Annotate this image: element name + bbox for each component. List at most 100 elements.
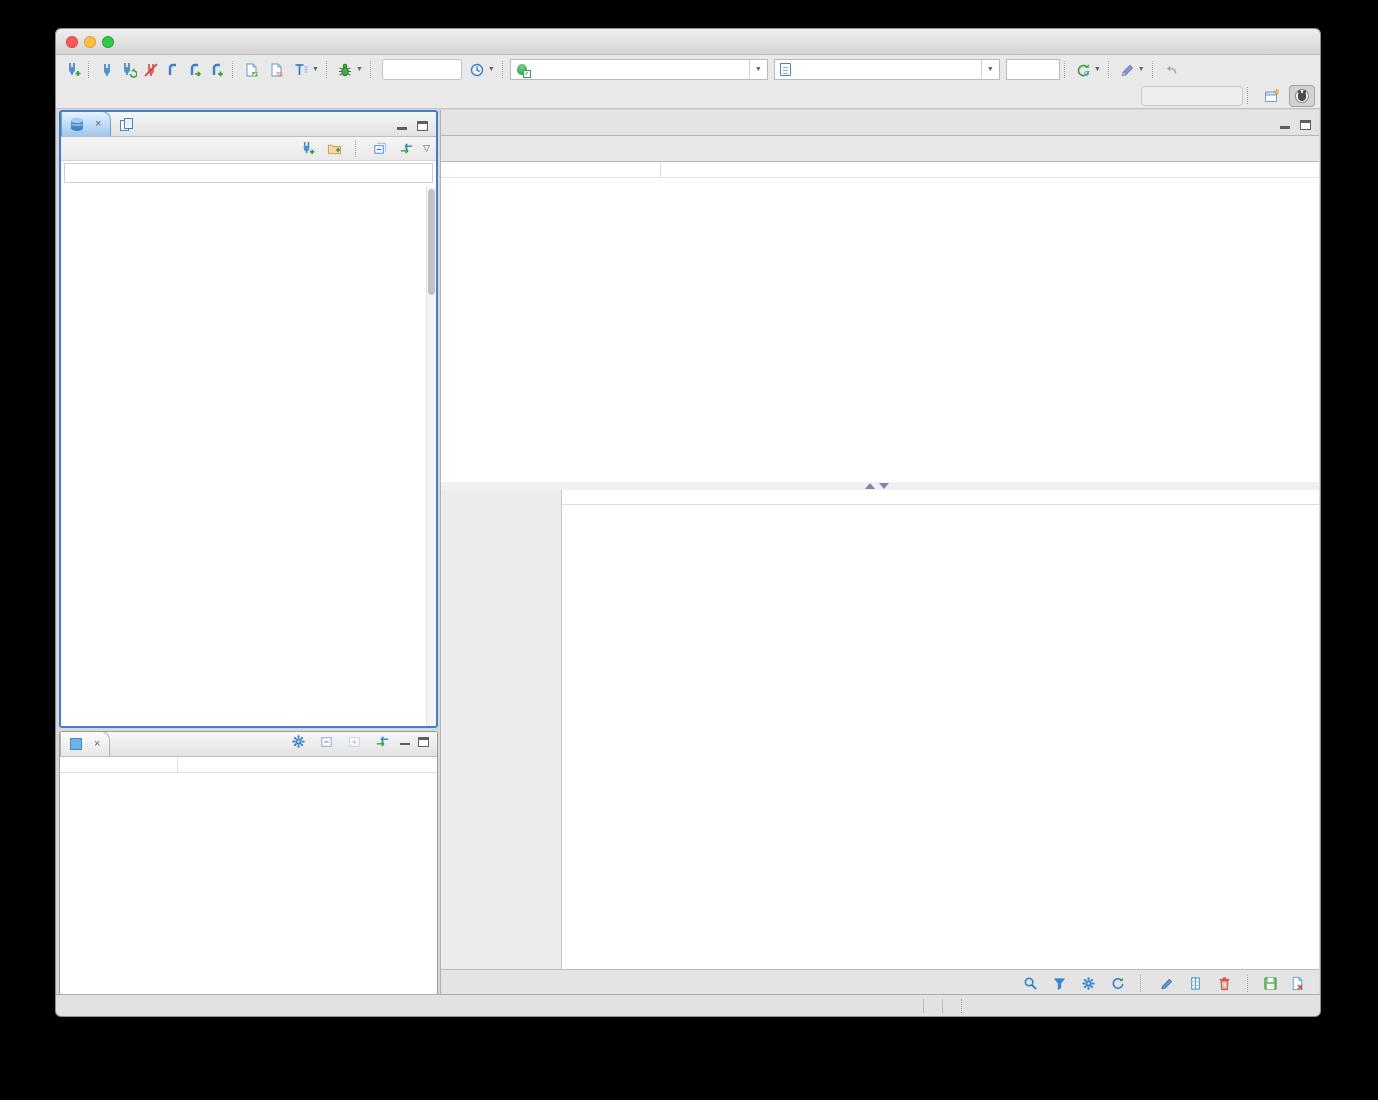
navigator-scrollbar[interactable]	[426, 187, 436, 726]
settings-gear-icon[interactable]	[1078, 974, 1099, 993]
navigator-tree	[61, 185, 436, 728]
edit-pencil-icon[interactable]	[1156, 974, 1177, 993]
transaction-history-button[interactable]: ▼	[466, 60, 498, 80]
project-table-header	[60, 757, 437, 773]
details-panel	[441, 490, 1319, 969]
column-header-datasource[interactable]	[178, 757, 183, 772]
minimize-view-button[interactable]	[1280, 121, 1291, 130]
breadcrumb	[1309, 136, 1319, 161]
open-perspective-button[interactable]	[1259, 85, 1285, 107]
projects-icon	[120, 118, 133, 130]
view-menu-button[interactable]: ▽	[423, 145, 430, 152]
new-connection-folder-button[interactable]	[324, 139, 345, 158]
minimize-view-button[interactable]	[400, 737, 411, 746]
toolbar-separator	[1152, 61, 1155, 78]
quick-access-input[interactable]	[1141, 86, 1243, 106]
status-grip	[961, 999, 965, 1013]
refresh-connection-button[interactable]: ▼	[1072, 60, 1104, 80]
tab-database-navigator[interactable]: ×	[61, 111, 111, 136]
collapse-all-button[interactable]	[316, 732, 337, 751]
secondary-toolbar	[56, 83, 1320, 109]
dbeaver-perspective-button[interactable]	[1289, 85, 1315, 107]
zoom-window-button[interactable]	[102, 36, 114, 48]
details-sidebar	[441, 490, 562, 969]
database-navigator-panel: × ▽	[59, 110, 438, 728]
properties-name-header[interactable]	[441, 162, 661, 177]
expand-all-button[interactable]	[344, 732, 365, 751]
close-tab-icon[interactable]: ×	[94, 738, 100, 750]
scrollbar-thumb[interactable]	[428, 189, 435, 295]
refresh-icon[interactable]	[1107, 974, 1128, 993]
maximize-view-button[interactable]	[418, 737, 429, 747]
toolbar-separator	[502, 61, 505, 78]
columns-table	[562, 490, 1319, 969]
undo-button[interactable]	[1160, 60, 1182, 80]
chevron-down-icon: ▼	[749, 60, 762, 79]
close-tab-icon[interactable]: ×	[95, 118, 101, 130]
properties-grid	[441, 162, 1319, 482]
editor-area	[440, 110, 1319, 996]
editor-tab-strip	[441, 110, 1319, 136]
dbeaver-window: ▼ ▼ ▼ ▼ ▼ ▼ ▼	[55, 28, 1321, 1017]
sql-format-pen-button[interactable]: ▼	[1116, 60, 1148, 80]
save-button[interactable]	[1263, 976, 1282, 991]
collapse-all-button[interactable]	[369, 139, 390, 158]
chevron-down-icon: ▼	[981, 60, 994, 79]
sql-editor-button[interactable]	[162, 60, 184, 80]
navigator-tab-strip: ×	[61, 112, 436, 137]
transaction-mode-select[interactable]	[382, 59, 462, 80]
link-with-editor-button[interactable]	[396, 139, 417, 158]
toolbar-separator	[88, 61, 91, 78]
rollback-button[interactable]	[265, 60, 290, 80]
schema-select[interactable]: ▼	[774, 59, 1000, 80]
reconnect-button[interactable]	[118, 60, 140, 80]
toolbar-separator	[1247, 975, 1250, 992]
project-general-panel: ×	[59, 731, 438, 995]
database-icon	[71, 118, 83, 131]
filter-icon[interactable]	[1049, 974, 1070, 993]
splitter-sash[interactable]	[441, 482, 1319, 490]
new-connection-button[interactable]	[297, 139, 318, 158]
debug-button[interactable]: ▼	[334, 60, 366, 80]
fetch-size-input[interactable]	[1006, 59, 1060, 80]
filter-row	[61, 161, 436, 185]
table-filter-input[interactable]	[64, 163, 433, 183]
revert-button[interactable]	[1290, 976, 1309, 991]
toolbar-separator	[1108, 61, 1111, 78]
disconnect-button[interactable]	[140, 60, 162, 80]
maximize-view-button[interactable]	[417, 121, 428, 131]
column-header-name[interactable]	[60, 757, 178, 772]
properties-header	[441, 162, 1319, 178]
tab-projects[interactable]	[111, 111, 147, 136]
toolbar-separator	[1247, 87, 1250, 104]
delete-icon[interactable]	[1214, 974, 1235, 993]
dropdown-caret: ▼	[312, 66, 319, 73]
toolbar-separator	[1140, 975, 1143, 992]
toolbar-separator	[232, 61, 235, 78]
editor-subtab-strip	[441, 136, 1319, 162]
dropdown-caret: ▼	[356, 66, 363, 73]
schema-icon	[780, 63, 791, 76]
close-window-button[interactable]	[66, 36, 78, 48]
new-connection-button[interactable]	[62, 60, 84, 80]
columns-config-icon[interactable]	[1185, 974, 1206, 993]
minimize-view-button[interactable]	[397, 122, 408, 131]
properties-value-header[interactable]	[661, 162, 666, 177]
search-icon[interactable]	[1020, 974, 1041, 993]
workspace: × ▽	[56, 109, 1320, 994]
open-sql-script-button[interactable]	[184, 60, 206, 80]
maximize-view-button[interactable]	[1300, 120, 1311, 130]
transaction-log-button[interactable]: ▼	[290, 60, 322, 80]
minimize-window-button[interactable]	[84, 36, 96, 48]
desktop: ▼ ▼ ▼ ▼ ▼ ▼ ▼	[0, 0, 1378, 1100]
connect-button[interactable]	[96, 60, 118, 80]
tab-project-general[interactable]: ×	[60, 731, 110, 756]
expand-down-icon[interactable]	[879, 483, 889, 489]
new-sql-editor-button[interactable]	[206, 60, 228, 80]
connection-select[interactable]: ▼	[510, 59, 768, 80]
project-settings-button[interactable]	[288, 732, 309, 751]
toolbar-separator	[355, 140, 358, 157]
commit-button[interactable]	[240, 60, 265, 80]
expand-up-icon[interactable]	[865, 483, 875, 489]
link-with-editor-button[interactable]	[372, 732, 393, 751]
